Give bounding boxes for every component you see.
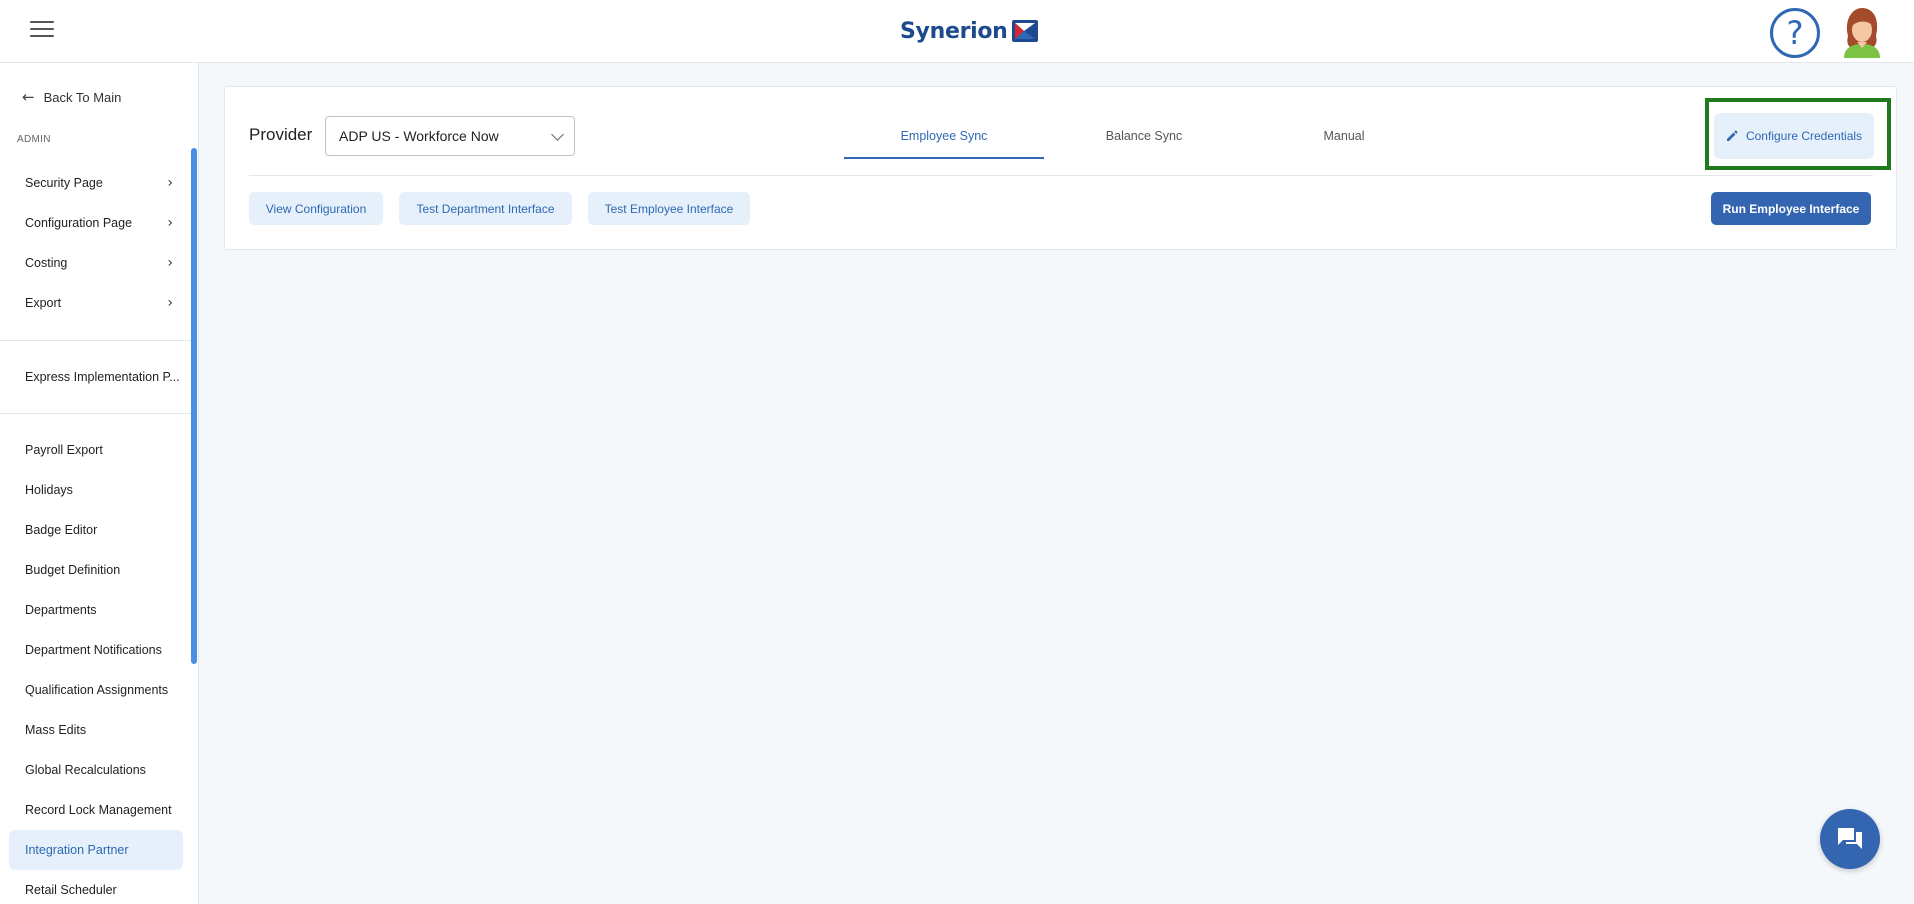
chat-icon <box>1838 828 1862 849</box>
hamburger-icon[interactable] <box>30 21 54 41</box>
sidebar-item-holidays[interactable]: Holidays <box>9 470 183 510</box>
sidebar-item-security-page[interactable]: Security Page › <box>9 163 183 203</box>
sidebar-item-label: Configuration Page <box>25 216 133 230</box>
card-divider <box>249 175 1873 176</box>
sidebar-item-label: Qualification Assignments <box>25 683 169 697</box>
sidebar-item-label: Department Notifications <box>25 643 162 657</box>
sidebar-item-express-implementation[interactable]: Express Implementation P... <box>9 357 183 397</box>
chevron-right-icon: › <box>167 255 173 271</box>
sidebar-item-budget-definition[interactable]: Budget Definition <box>9 550 183 590</box>
admin-sidebar: ← Back To Main ADMIN Security Page › Con… <box>0 63 199 904</box>
sidebar-item-label: Budget Definition <box>25 563 121 577</box>
integration-partner-card: Provider ADP US - Workforce Now Employee… <box>224 86 1897 250</box>
sidebar-item-record-lock-management[interactable]: Record Lock Management <box>9 790 183 830</box>
provider-select-value: ADP US - Workforce Now <box>339 128 499 144</box>
sidebar-item-payroll-export[interactable]: Payroll Export <box>9 430 183 470</box>
sidebar-item-configuration-page[interactable]: Configuration Page › <box>9 203 183 243</box>
chevron-right-icon: › <box>167 175 173 191</box>
provider-label: Provider <box>249 125 313 144</box>
sidebar-item-mass-edits[interactable]: Mass Edits <box>9 710 183 750</box>
sidebar-item-label: Costing <box>25 256 68 270</box>
sidebar-item-qualification-assignments[interactable]: Qualification Assignments <box>9 670 183 710</box>
sidebar-item-departments[interactable]: Departments <box>9 590 183 630</box>
sidebar-divider <box>0 413 191 414</box>
sidebar-item-label: Holidays <box>25 483 73 497</box>
synerion-logo: Synerion <box>900 14 1038 48</box>
chat-button[interactable] <box>1820 809 1880 869</box>
tab-manual[interactable]: Manual <box>1244 115 1444 159</box>
configure-credentials-label: Configure Credentials <box>1745 129 1863 143</box>
user-avatar[interactable] <box>1840 6 1884 58</box>
sidebar-item-label: Payroll Export <box>25 443 103 457</box>
sidebar-item-label: Express Implementation P... <box>25 370 180 384</box>
sidebar-item-department-notifications[interactable]: Department Notifications <box>9 630 183 670</box>
pencil-icon <box>1726 130 1738 141</box>
sidebar-item-retail-scheduler[interactable]: Retail Scheduler <box>9 870 183 904</box>
chevron-right-icon: › <box>167 295 173 311</box>
tab-balance-sync[interactable]: Balance Sync <box>1044 115 1244 159</box>
back-to-main-link[interactable]: ← Back To Main <box>22 88 121 106</box>
help-icon[interactable]: ? <box>1770 8 1820 58</box>
sidebar-item-label: Integration Partner <box>25 843 129 857</box>
sidebar-divider <box>0 340 191 341</box>
tab-employee-sync[interactable]: Employee Sync <box>844 115 1044 159</box>
arrow-left-icon: ← <box>22 88 35 106</box>
logo-text: Synerion <box>900 18 1008 44</box>
sidebar-item-badge-editor[interactable]: Badge Editor <box>9 510 183 550</box>
chevron-down-icon <box>551 128 564 141</box>
sidebar-item-global-recalculations[interactable]: Global Recalculations <box>9 750 183 790</box>
sidebar-item-export[interactable]: Export › <box>9 283 183 323</box>
sidebar-item-label: Record Lock Management <box>25 803 172 817</box>
test-employee-interface-button[interactable]: Test Employee Interface <box>588 192 750 225</box>
test-department-interface-button[interactable]: Test Department Interface <box>399 192 572 225</box>
sidebar-item-label: Retail Scheduler <box>25 883 117 897</box>
view-configuration-button[interactable]: View Configuration <box>249 192 383 225</box>
chevron-right-icon: › <box>167 215 173 231</box>
sidebar-item-integration-partner[interactable]: Integration Partner <box>9 830 183 870</box>
sidebar-item-label: Mass Edits <box>25 723 87 737</box>
sidebar-scrollbar[interactable] <box>191 148 197 664</box>
top-header: Synerion ? <box>0 0 1914 63</box>
logo-mark-icon <box>1011 20 1038 42</box>
sidebar-item-label: Security Page <box>25 176 103 190</box>
sidebar-item-label: Departments <box>25 603 97 617</box>
provider-select[interactable]: ADP US - Workforce Now <box>325 116 575 156</box>
run-employee-interface-button[interactable]: Run Employee Interface <box>1711 192 1871 225</box>
configure-credentials-button[interactable]: Configure Credentials <box>1714 113 1874 159</box>
sidebar-item-label: Badge Editor <box>25 523 98 537</box>
admin-section-label: ADMIN <box>17 134 51 145</box>
sidebar-item-costing[interactable]: Costing › <box>9 243 183 283</box>
sidebar-item-label: Global Recalculations <box>25 763 146 777</box>
back-to-main-label: Back To Main <box>43 89 122 105</box>
sidebar-item-label: Export <box>25 296 62 310</box>
